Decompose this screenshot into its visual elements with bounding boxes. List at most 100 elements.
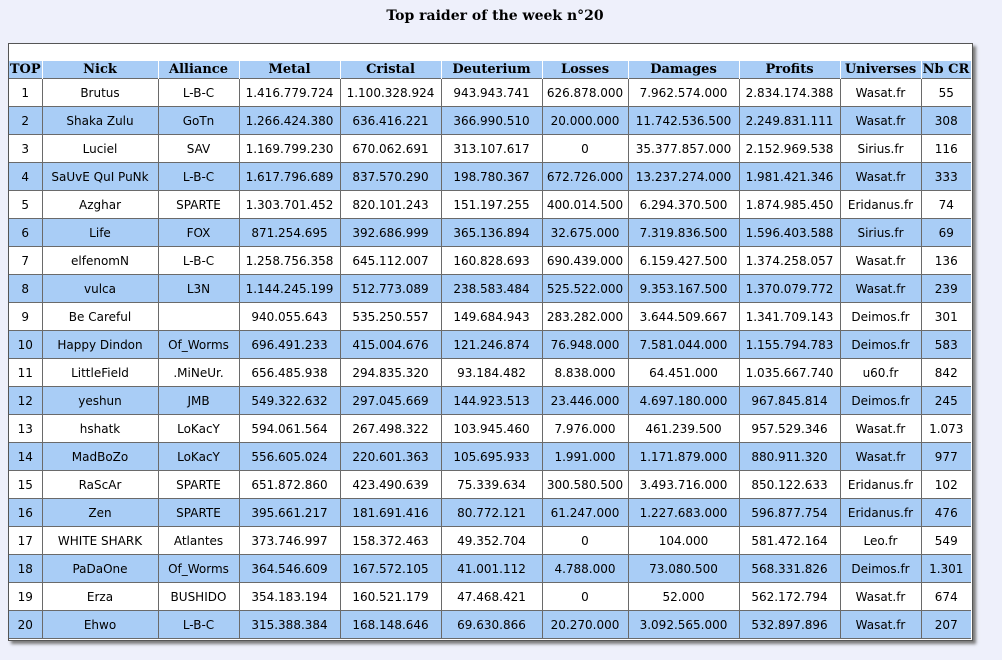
cell-profits: 1.341.709.143 [738, 302, 841, 331]
cell-cristal: 423.490.639 [339, 470, 442, 499]
cell-alliance: SPARTE [157, 190, 240, 219]
cell-deuterium: 93.184.482 [440, 358, 543, 387]
cell-nb-cr: 69 [920, 218, 971, 247]
cell-deuterium: 943.943.741 [440, 78, 543, 107]
cell-metal: 373.746.997 [238, 526, 341, 555]
cell-damages: 1.171.879.000 [627, 442, 740, 471]
cell-profits: 1.374.258.057 [738, 246, 841, 275]
cell-metal: 696.491.233 [238, 330, 341, 359]
cell-damages: 7.319.836.500 [627, 218, 740, 247]
cell-losses: 4.788.000 [541, 554, 629, 583]
table-row: 1 Brutus L-B-C 1.416.779.724 1.100.328.924 94… [9, 78, 971, 107]
cell-alliance: .MiNeUr. [157, 358, 240, 387]
cell-cristal: 645.112.007 [339, 246, 442, 275]
cell-nb-cr: 842 [920, 358, 971, 387]
cell-deuterium: 366.990.510 [440, 106, 543, 135]
cell-metal: 871.254.695 [238, 218, 341, 247]
cell-universes: Wasat.fr [839, 610, 922, 639]
column-header-cristal: Cristal [340, 61, 442, 79]
cell-deuterium: 149.684.943 [440, 302, 543, 331]
column-header-top: TOP [9, 61, 43, 79]
cell-metal: 1.266.424.380 [238, 106, 341, 135]
cell-alliance: Of_Worms [157, 330, 240, 359]
cell-nb-cr: 333 [920, 162, 971, 191]
cell-nb-cr: 301 [920, 302, 971, 331]
cell-nb-cr: 1.301 [920, 554, 971, 583]
cell-profits: 850.122.633 [738, 470, 841, 499]
cell-top: 16 [9, 498, 43, 527]
cell-top: 15 [9, 470, 43, 499]
cell-nick: LittleField [41, 358, 159, 387]
cell-nick: Shaka Zulu [41, 106, 159, 135]
cell-top: 10 [9, 330, 43, 359]
cell-damages: 104.000 [627, 526, 740, 555]
cell-nick: Brutus [41, 78, 159, 107]
cell-alliance: FOX [157, 218, 240, 247]
cell-losses: 672.726.000 [541, 162, 629, 191]
cell-profits: 2.834.174.388 [738, 78, 841, 107]
cell-top: 12 [9, 386, 43, 415]
cell-profits: 1.035.667.740 [738, 358, 841, 387]
table-row: 7 elfenomN L-B-C 1.258.756.358 645.112.007 16… [9, 246, 971, 275]
cell-deuterium: 103.945.460 [440, 414, 543, 443]
cell-profits: 2.249.831.111 [738, 106, 841, 135]
cell-metal: 354.183.194 [238, 582, 341, 611]
cell-universes: Eridanus.fr [839, 498, 922, 527]
cell-metal: 656.485.938 [238, 358, 341, 387]
cell-cristal: 820.101.243 [339, 190, 442, 219]
cell-profits: 568.331.826 [738, 554, 841, 583]
cell-losses: 690.439.000 [541, 246, 629, 275]
cell-damages: 9.353.167.500 [627, 274, 740, 303]
cell-profits: 1.155.794.783 [738, 330, 841, 359]
cell-damages: 64.451.000 [627, 358, 740, 387]
cell-top: 14 [9, 442, 43, 471]
cell-cristal: 267.498.322 [339, 414, 442, 443]
cell-losses: 0 [541, 582, 629, 611]
table-row: 13 hshatk LoKacY 594.061.564 267.498.322 103.… [9, 414, 971, 443]
cell-universes: Wasat.fr [839, 274, 922, 303]
cell-metal: 1.169.799.230 [238, 134, 341, 163]
cell-top: 13 [9, 414, 43, 443]
cell-profits: 1.981.421.346 [738, 162, 841, 191]
cell-nick: Life [41, 218, 159, 247]
column-header-nb-cr: Nb CR [921, 61, 972, 79]
cell-cristal: 181.691.416 [339, 498, 442, 527]
cell-universes: Sirius.fr [839, 218, 922, 247]
cell-losses: 400.014.500 [541, 190, 629, 219]
cell-cristal: 168.148.646 [339, 610, 442, 639]
cell-universes: Deimos.fr [839, 386, 922, 415]
cell-metal: 315.388.384 [238, 610, 341, 639]
cell-alliance: Of_Worms [157, 554, 240, 583]
cell-cristal: 392.686.999 [339, 218, 442, 247]
cell-damages: 13.237.274.000 [627, 162, 740, 191]
cell-alliance: BUSHIDO [157, 582, 240, 611]
cell-universes: Sirius.fr [839, 134, 922, 163]
cell-nick: WHITE SHARK [41, 526, 159, 555]
cell-universes: Eridanus.fr [839, 190, 922, 219]
cell-damages: 35.377.857.000 [627, 134, 740, 163]
table-row: 14 MadBoZo LoKacY 556.605.024 220.601.363 105… [9, 442, 971, 471]
cell-damages: 461.239.500 [627, 414, 740, 443]
cell-profits: 532.897.896 [738, 610, 841, 639]
cell-alliance: L-B-C [157, 610, 240, 639]
cell-deuterium: 160.828.693 [440, 246, 543, 275]
cell-damages: 3.493.716.000 [627, 470, 740, 499]
cell-losses: 525.522.000 [541, 274, 629, 303]
cell-losses: 1.991.000 [541, 442, 629, 471]
column-header-universes: Universes [840, 61, 922, 79]
cell-losses: 8.838.000 [541, 358, 629, 387]
column-header-metal: Metal [239, 61, 341, 79]
cell-deuterium: 69.630.866 [440, 610, 543, 639]
cell-losses: 20.000.000 [541, 106, 629, 135]
cell-damages: 3.644.509.667 [627, 302, 740, 331]
cell-nb-cr: 308 [920, 106, 971, 135]
cell-top: 3 [9, 134, 43, 163]
cell-cristal: 1.100.328.924 [339, 78, 442, 107]
cell-losses: 0 [541, 134, 629, 163]
cell-top: 18 [9, 554, 43, 583]
cell-universes: Wasat.fr [839, 582, 922, 611]
cell-metal: 1.617.796.689 [238, 162, 341, 191]
table-row: 19 Erza BUSHIDO 354.183.194 160.521.179 47.46… [9, 582, 971, 611]
table-row: 12 yeshun JMB 549.322.632 297.045.669 144.923… [9, 386, 971, 415]
cell-alliance: L-B-C [157, 78, 240, 107]
